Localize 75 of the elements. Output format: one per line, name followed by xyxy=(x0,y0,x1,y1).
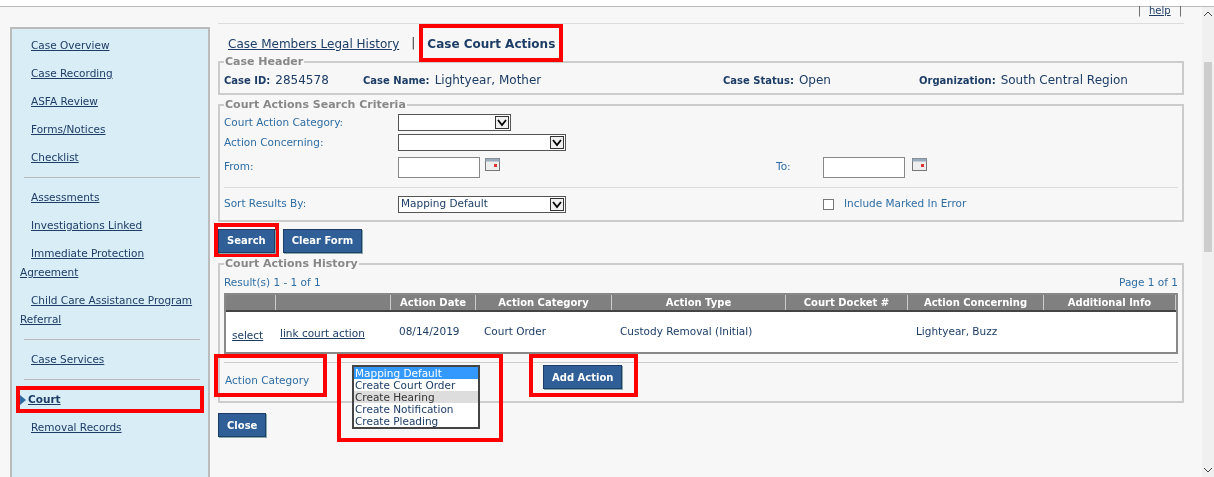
field-value: 2854578 xyxy=(275,71,329,89)
sidebar-link[interactable]: Forms/Notices xyxy=(20,120,198,139)
triangle-right-icon xyxy=(20,395,26,405)
button[interactable]: Add Action xyxy=(543,365,623,390)
field-value: Lightyear, Mother xyxy=(434,71,542,89)
scrollbar-thumb[interactable] xyxy=(1204,62,1212,252)
button[interactable]: Clear Form xyxy=(282,228,363,253)
table-cell: 08/14/2019 xyxy=(399,324,460,337)
field-label: Action Category xyxy=(225,373,310,386)
tab[interactable]: Case Members Legal History xyxy=(228,37,400,51)
column-header: Action Date xyxy=(391,294,476,310)
sidebar-link[interactable]: Investigations Linked xyxy=(20,216,198,235)
field-label: Case Status: xyxy=(723,73,794,88)
table-cell: Lightyear, Buzz xyxy=(916,324,998,337)
date-field[interactable] xyxy=(398,156,480,178)
section-legend: Case Header xyxy=(224,54,305,71)
table-cell: Court Order xyxy=(484,324,547,337)
sidebar-link[interactable]: Case Recording xyxy=(20,64,198,83)
dropdown[interactable]: Mapping Default xyxy=(398,195,566,213)
dropdown[interactable] xyxy=(398,134,566,151)
field-label: Organization: xyxy=(919,73,996,88)
separator-text: | xyxy=(411,35,416,52)
button[interactable]: Search xyxy=(218,228,275,253)
field-label: Court Action Category: xyxy=(224,114,345,130)
column-header: Action Type xyxy=(612,294,786,310)
chevron-up-icon[interactable] xyxy=(1204,11,1212,16)
column-header: Action Category xyxy=(476,294,612,310)
field-label: Action Concerning: xyxy=(224,134,325,150)
chevron-down-icon xyxy=(550,197,564,211)
section-legend: Court Actions History xyxy=(224,255,359,272)
chevron-down-icon xyxy=(495,116,509,129)
separator-text: | xyxy=(1137,4,1141,18)
calendar-icon[interactable] xyxy=(485,157,500,171)
results-count: Result(s) 1 - 1 of 1 xyxy=(224,275,321,290)
scrollbar[interactable] xyxy=(1202,7,1214,477)
checkbox[interactable] xyxy=(823,198,834,210)
field-value: Open xyxy=(798,71,831,89)
section-legend: Court Actions Search Criteria xyxy=(224,96,407,113)
listbox[interactable]: Mapping Default Create Court Order Create Hearing Create Notification Create Pleading xyxy=(352,364,480,429)
calendar-icon[interactable] xyxy=(912,157,927,171)
sidebar-link[interactable]: Assessments xyxy=(20,188,198,207)
checkbox-label: Include Marked In Error xyxy=(844,196,967,212)
listbox-option[interactable]: Create Hearing xyxy=(354,390,478,403)
field-label: Sort Results By: xyxy=(224,196,308,212)
sidebar-link[interactable]: Case Services xyxy=(20,350,198,369)
tab[interactable]: Case Court Actions xyxy=(427,37,556,51)
dropdown[interactable] xyxy=(398,114,511,131)
link-court-action-link[interactable]: link court action xyxy=(280,326,365,339)
sidebar-link[interactable]: Immediate Protection Agreement xyxy=(20,244,198,282)
sidebar-link[interactable]: Court xyxy=(20,390,198,409)
sidebar-link[interactable]: Child Care Assistance Program Referral xyxy=(20,291,198,329)
field-label: From: xyxy=(224,159,255,175)
listbox-option[interactable]: Create Court Order xyxy=(354,378,478,391)
chevron-down-icon[interactable] xyxy=(1204,468,1212,473)
chevron-down-icon xyxy=(550,136,564,149)
sidebar-link[interactable]: Removal Records xyxy=(20,418,198,437)
field-value: South Central Region xyxy=(1000,71,1128,89)
date-field[interactable] xyxy=(823,156,905,178)
column-header: Additional Info xyxy=(1044,294,1176,310)
field-label: To: xyxy=(776,159,792,175)
sidebar-link[interactable]: ASFA Review xyxy=(20,92,198,111)
field-label: Case ID: xyxy=(224,73,271,88)
listbox-option[interactable]: Create Pleading xyxy=(354,414,478,427)
sidebar-link[interactable]: Case Overview xyxy=(20,36,198,55)
sidebar-link[interactable]: Checklist xyxy=(20,148,198,167)
button[interactable]: Close xyxy=(218,413,267,437)
column-header: Action Concerning xyxy=(908,294,1044,310)
column-header: Court Docket # xyxy=(786,294,908,310)
separator-text: | xyxy=(1178,4,1182,18)
table-cell: Custody Removal (Initial) xyxy=(620,324,753,337)
help-link[interactable]: help xyxy=(1149,3,1171,18)
page-indicator: Page 1 of 1 xyxy=(1119,275,1178,290)
select-link[interactable]: select xyxy=(232,329,264,342)
field-label: Case Name: xyxy=(363,73,430,88)
listbox-option[interactable]: Create Notification xyxy=(354,402,478,415)
